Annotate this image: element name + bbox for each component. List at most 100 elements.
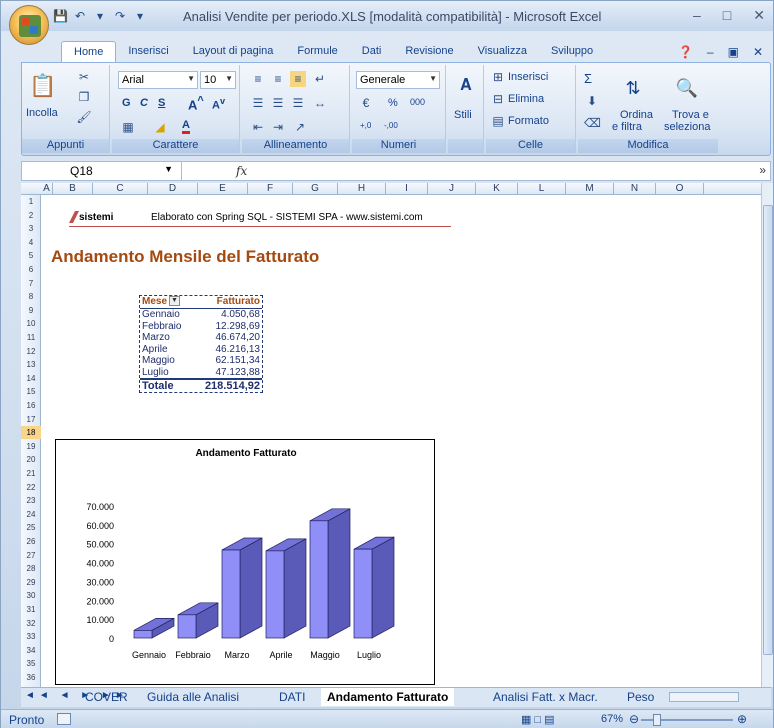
close-icon[interactable]: ✕ xyxy=(753,7,765,24)
sort-button[interactable]: Ordina xyxy=(620,109,653,121)
font-name-combo[interactable]: Arial ▼ xyxy=(118,71,198,89)
percent-icon[interactable]: % xyxy=(388,97,398,109)
column-header[interactable]: M xyxy=(566,183,614,195)
clear-icon[interactable]: ⌫ xyxy=(584,115,601,131)
fill-color-icon[interactable]: ◢ xyxy=(152,119,168,135)
row-header[interactable]: 10 xyxy=(21,317,41,330)
row-header[interactable]: 1 xyxy=(21,195,41,208)
row-header[interactable]: 31 xyxy=(21,603,41,616)
save-icon[interactable]: 💾 xyxy=(53,9,68,23)
row-header[interactable]: 11 xyxy=(21,331,41,344)
row-header[interactable]: 14 xyxy=(21,372,41,385)
row-header[interactable]: 3 xyxy=(21,222,41,235)
align-bottom-icon[interactable]: ≡ xyxy=(290,71,306,87)
row-header[interactable]: 7 xyxy=(21,277,41,290)
shrink-font-icon[interactable]: Av xyxy=(212,96,225,112)
help-icon[interactable]: ❓ xyxy=(678,45,693,59)
find-button[interactable]: Trova e xyxy=(672,109,709,121)
styles-icon[interactable]: 𝐀 xyxy=(451,71,481,101)
row-header[interactable]: 33 xyxy=(21,630,41,643)
row-header[interactable]: 21 xyxy=(21,467,41,480)
align-center-icon[interactable]: ☰ xyxy=(270,95,286,111)
decrease-decimal-icon[interactable]: -,00 xyxy=(384,121,398,130)
zoom-out-icon[interactable]: ⊖ xyxy=(629,712,639,726)
column-header[interactable]: G xyxy=(293,183,338,195)
tab-inserisci[interactable]: Inserisci xyxy=(116,41,180,63)
row-header[interactable]: 36 xyxy=(21,671,41,684)
find-binoculars-icon[interactable]: 🔍 xyxy=(672,73,702,103)
sheet-tab-cover[interactable]: COVER xyxy=(79,688,134,706)
paste-button[interactable]: Incolla xyxy=(26,107,58,119)
row-header[interactable]: 19 xyxy=(21,440,41,453)
zoom-slider-thumb[interactable] xyxy=(653,714,661,726)
row-header[interactable]: 30 xyxy=(21,589,41,602)
column-header[interactable]: N xyxy=(614,183,656,195)
tab-home[interactable]: Home xyxy=(61,41,117,63)
align-right-icon[interactable]: ☰ xyxy=(290,95,306,111)
doc-close-icon[interactable]: ✕ xyxy=(753,45,763,59)
row-header[interactable]: 25 xyxy=(21,521,41,534)
doc-minimize-icon[interactable]: – xyxy=(707,45,714,59)
column-header[interactable]: K xyxy=(476,183,518,195)
tab-sviluppo[interactable]: Sviluppo xyxy=(539,41,605,63)
column-header[interactable]: A xyxy=(41,183,53,195)
find-button-sub[interactable]: seleziona xyxy=(664,121,710,133)
sort-filter-icon[interactable]: ⇅ xyxy=(618,73,648,103)
column-header[interactable]: E xyxy=(198,183,248,195)
tab-dati[interactable]: Dati xyxy=(350,41,394,63)
bold-button[interactable]: G xyxy=(122,97,131,109)
undo-icon[interactable]: ↶ xyxy=(73,9,87,23)
column-header[interactable]: I xyxy=(386,183,428,195)
underline-button[interactable]: S xyxy=(158,97,165,109)
paste-icon[interactable]: 📋 xyxy=(28,71,58,101)
align-top-icon[interactable]: ≡ xyxy=(250,71,266,87)
row-header[interactable]: 22 xyxy=(21,481,41,494)
row-header[interactable]: 13 xyxy=(21,358,41,371)
vertical-scrollbar[interactable] xyxy=(761,183,773,687)
insert-cells-icon[interactable]: ⊞ xyxy=(490,69,506,85)
row-header[interactable]: 18 xyxy=(21,426,41,439)
wrap-text-icon[interactable]: ↵ xyxy=(312,71,328,87)
format-cells-icon[interactable]: ▤ xyxy=(490,113,506,129)
align-middle-icon[interactable]: ≡ xyxy=(270,71,286,87)
tab-visualizza[interactable]: Visualizza xyxy=(466,41,539,63)
sheet-tab-andamento[interactable]: Andamento Fatturato xyxy=(321,688,455,706)
zoom-in-icon[interactable]: ⊕ xyxy=(737,712,747,726)
row-header[interactable]: 32 xyxy=(21,617,41,630)
macro-record-icon[interactable] xyxy=(57,713,71,725)
row-header[interactable]: 28 xyxy=(21,562,41,575)
column-header[interactable]: H xyxy=(338,183,386,195)
row-header[interactable]: 27 xyxy=(21,549,41,562)
doc-restore-icon[interactable]: ▣ xyxy=(728,45,739,59)
grow-font-icon[interactable]: A^ xyxy=(188,95,204,112)
horizontal-scrollbar[interactable] xyxy=(669,692,739,702)
number-format-combo[interactable]: Generale ▼ xyxy=(356,71,440,89)
font-color-icon[interactable]: A xyxy=(182,119,190,134)
insert-cells-button[interactable]: Inserisci xyxy=(508,71,548,83)
fill-icon[interactable]: ⬇ xyxy=(584,93,600,109)
column-header[interactable]: O xyxy=(656,183,704,195)
minimize-icon[interactable]: – xyxy=(693,7,701,24)
office-button[interactable] xyxy=(9,5,49,45)
column-header[interactable]: D xyxy=(148,183,198,195)
merge-center-icon[interactable]: ↔ xyxy=(312,95,328,111)
row-header[interactable]: 24 xyxy=(21,508,41,521)
font-size-combo[interactable]: 10 ▼ xyxy=(200,71,236,89)
copy-icon[interactable]: ❐ xyxy=(76,89,92,105)
row-header[interactable]: 35 xyxy=(21,657,41,670)
row-header[interactable]: 17 xyxy=(21,413,41,426)
increase-indent-icon[interactable]: ⇥ xyxy=(270,119,286,135)
column-header[interactable]: C xyxy=(93,183,148,195)
align-left-icon[interactable]: ☰ xyxy=(250,95,266,111)
sheet-tab-analisi[interactable]: Analisi Fatt. x Macr. xyxy=(487,688,604,706)
column-header[interactable]: F xyxy=(248,183,293,195)
delete-cells-button[interactable]: Elimina xyxy=(508,93,544,105)
row-header[interactable]: 12 xyxy=(21,345,41,358)
row-header[interactable]: 34 xyxy=(21,644,41,657)
view-buttons[interactable]: ▦ □ ▤ xyxy=(521,713,555,726)
italic-button[interactable]: C xyxy=(140,97,148,109)
customize-toolbar-icon[interactable]: ▾ xyxy=(133,9,147,23)
cut-icon[interactable]: ✂ xyxy=(76,69,92,85)
orientation-icon[interactable]: ↗ xyxy=(292,119,308,135)
row-header[interactable]: 9 xyxy=(21,304,41,317)
